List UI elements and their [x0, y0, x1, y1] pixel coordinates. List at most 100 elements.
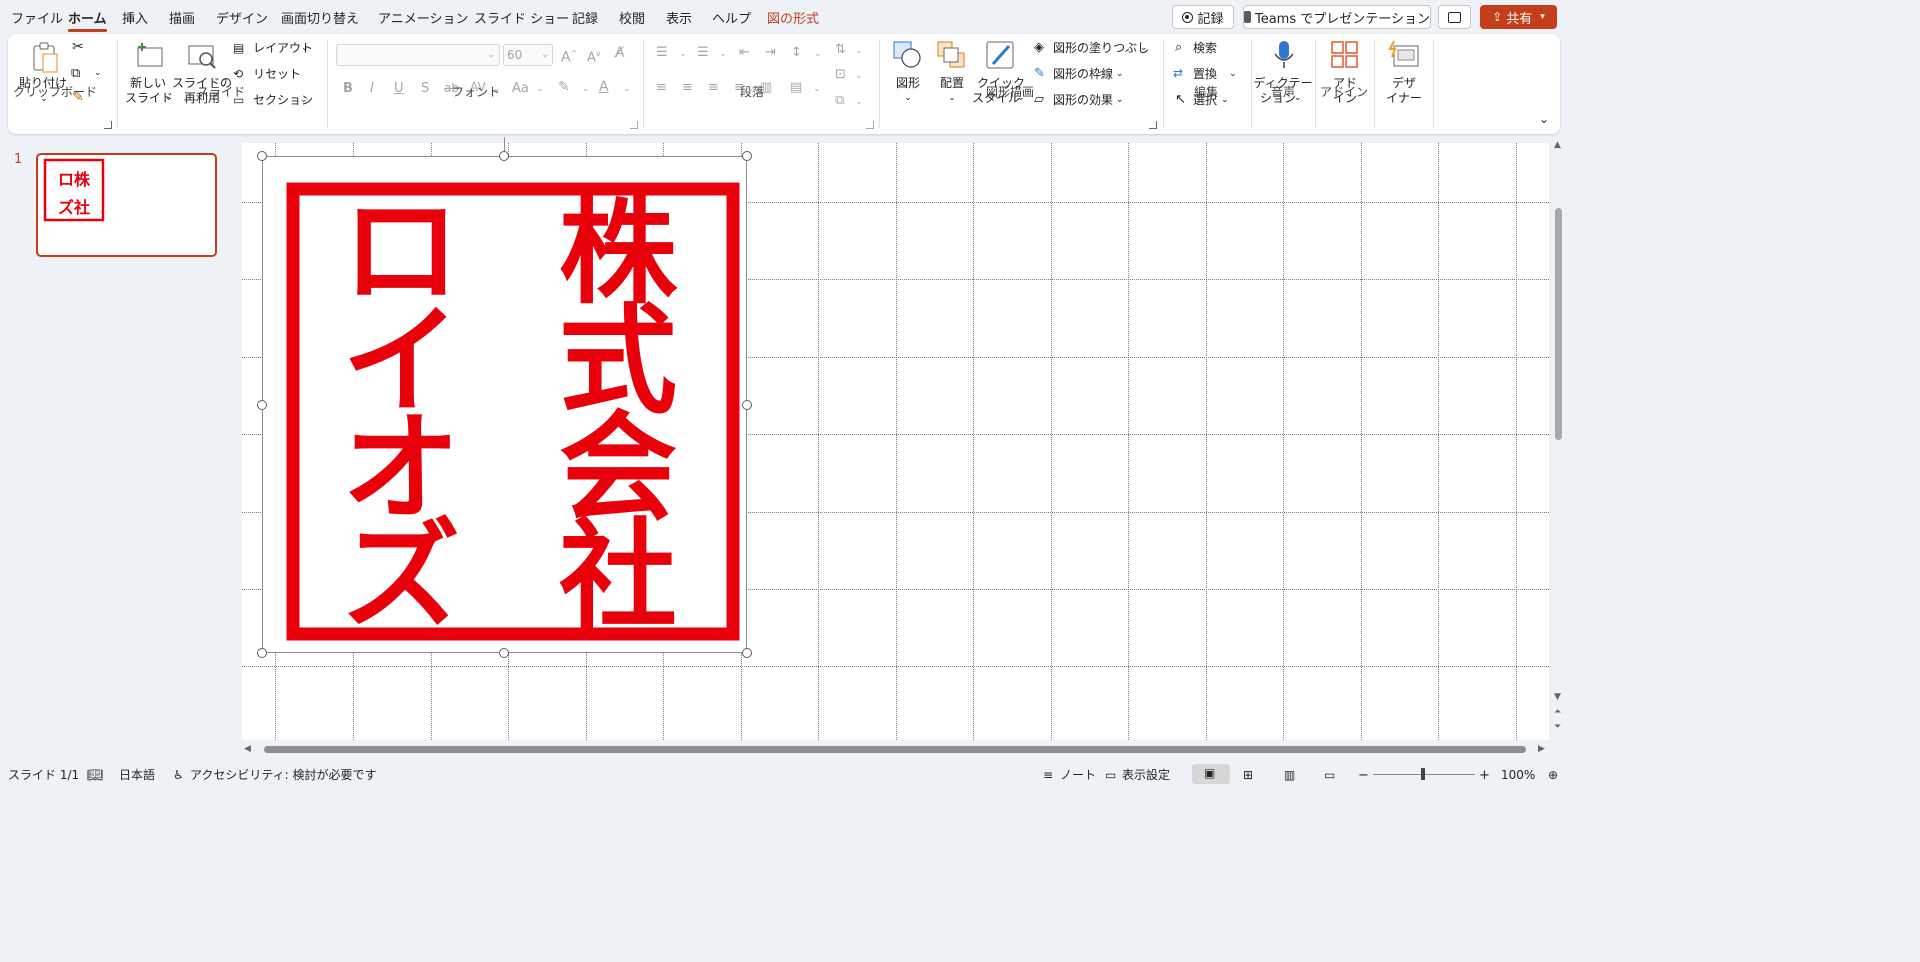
scroll-left-icon[interactable]: ◀: [244, 742, 251, 757]
chevron-down-icon[interactable]: ⌄: [165, 91, 173, 106]
bold-button[interactable]: B: [343, 81, 353, 96]
chevron-down-icon[interactable]: ⌄: [1116, 93, 1124, 108]
copy-icon[interactable]: ⧉: [71, 66, 80, 81]
tab-record[interactable]: 記録: [572, 8, 598, 27]
align-center-icon[interactable]: ≡: [682, 80, 693, 95]
collapse-ribbon-icon[interactable]: ⌄: [1539, 112, 1549, 127]
tab-help[interactable]: ヘルプ: [712, 8, 751, 27]
align-text-icon[interactable]: ⊡: [835, 67, 846, 82]
slide-sorter-icon[interactable]: ⊞: [1243, 768, 1253, 783]
chevron-down-icon[interactable]: ⌄: [904, 91, 912, 106]
dialog-launcher-icon[interactable]: [866, 121, 874, 129]
designer-label[interactable]: デザ: [1392, 76, 1416, 91]
chevron-down-icon[interactable]: ⌄: [679, 47, 687, 62]
shapes-label[interactable]: 図形: [896, 76, 920, 91]
resize-handle-se[interactable]: [742, 648, 752, 658]
chevron-down-icon[interactable]: ⌄: [536, 82, 544, 97]
normal-view-button[interactable]: ▣: [1192, 764, 1230, 784]
horizontal-scrollbar[interactable]: ◀ ▶: [240, 742, 1550, 756]
tab-transitions[interactable]: 画面切り替え: [281, 8, 359, 27]
select-cursor-icon[interactable]: ↖: [1175, 92, 1186, 107]
notes-icon[interactable]: ≡: [1043, 768, 1053, 783]
tab-home[interactable]: ホーム: [68, 8, 107, 32]
new-slide-label[interactable]: 新しい: [130, 76, 166, 91]
accessibility-icon[interactable]: ♿︎: [173, 768, 184, 783]
text-direction-icon[interactable]: ⇅: [835, 42, 846, 57]
find-button[interactable]: 検索: [1193, 41, 1217, 56]
chevron-down-icon[interactable]: ⌄: [582, 82, 590, 97]
change-case-button[interactable]: Aa: [512, 81, 529, 96]
resize-handle-ne[interactable]: [742, 151, 752, 161]
dialog-launcher-icon[interactable]: [1149, 121, 1157, 129]
zoom-in-icon[interactable]: +: [1479, 768, 1490, 783]
resize-handle-e[interactable]: [742, 400, 752, 410]
clear-format-icon[interactable]: A̸: [615, 46, 625, 61]
chevron-down-icon[interactable]: ⌄: [1229, 67, 1237, 82]
shape-effects-button[interactable]: 図形の効果: [1053, 93, 1113, 108]
zoom-level[interactable]: 100%: [1501, 768, 1535, 783]
tab-animations[interactable]: アニメーション: [378, 8, 468, 27]
layout-icon[interactable]: ▤: [233, 41, 244, 56]
decrease-font-icon[interactable]: Av: [587, 46, 601, 65]
resize-handle-n[interactable]: [499, 151, 509, 161]
columns-icon[interactable]: ▤: [790, 80, 802, 95]
arrange-icon[interactable]: [937, 40, 967, 70]
chevron-down-icon[interactable]: ⌄: [855, 95, 863, 110]
addins-icon[interactable]: [1330, 40, 1360, 70]
tab-file[interactable]: ファイル: [11, 8, 63, 27]
quick-styles-icon[interactable]: [985, 40, 1017, 72]
resize-handle-s[interactable]: [499, 648, 509, 658]
tab-picture-format[interactable]: 図の形式: [767, 8, 819, 27]
chevron-down-icon[interactable]: ⌄: [813, 82, 821, 97]
notes-button[interactable]: ノート: [1060, 768, 1096, 783]
display-settings-icon[interactable]: ▭: [1105, 768, 1116, 783]
chevron-down-icon[interactable]: ⌄: [855, 69, 863, 84]
designer-icon[interactable]: [1388, 40, 1420, 70]
reset-button[interactable]: リセット: [253, 67, 301, 82]
display-settings-button[interactable]: 表示設定: [1122, 768, 1170, 783]
chevron-down-icon[interactable]: ⌄: [1221, 93, 1229, 108]
tab-review[interactable]: 校閲: [619, 8, 645, 27]
resize-handle-sw[interactable]: [257, 648, 267, 658]
tab-design[interactable]: デザイン: [216, 8, 268, 27]
fit-to-window-icon[interactable]: ⊕: [1548, 768, 1558, 783]
font-size-combo[interactable]: 60 ⌄: [503, 44, 553, 66]
teams-present-button[interactable]: Teams でプレゼンテーション: [1243, 5, 1431, 29]
shape-outline-button[interactable]: 図形の枠線: [1053, 67, 1113, 82]
next-slide-icon[interactable]: ⏷: [1554, 720, 1561, 735]
language-label[interactable]: 日本語: [119, 768, 155, 783]
slide-thumbnail[interactable]: ロ株 ズ社: [36, 153, 217, 257]
shape-effects-icon[interactable]: ▱: [1034, 92, 1044, 107]
highlight-icon[interactable]: ✎: [558, 80, 570, 95]
chevron-down-icon[interactable]: ⌄: [300, 93, 308, 108]
shape-fill-icon[interactable]: ◈: [1034, 40, 1044, 55]
slideshow-view-icon[interactable]: ▭: [1324, 768, 1335, 783]
scroll-up-icon[interactable]: ▲: [1554, 138, 1561, 153]
share-button[interactable]: ⇪ 共有 ▾: [1480, 5, 1557, 29]
align-right-icon[interactable]: ≡: [708, 80, 719, 95]
chevron-down-icon[interactable]: ⌄: [948, 91, 956, 106]
horizontal-scroll-thumb[interactable]: [264, 746, 1526, 753]
shape-fill-button[interactable]: 図形の塗りつぶし: [1053, 41, 1149, 56]
dialog-launcher-icon[interactable]: [104, 121, 112, 129]
align-left-icon[interactable]: ≡: [656, 80, 667, 95]
replace-button[interactable]: 置換: [1193, 67, 1217, 82]
tab-insert[interactable]: 挿入: [122, 8, 148, 27]
comments-button[interactable]: [1438, 5, 1471, 29]
reading-view-icon[interactable]: ▥: [1284, 768, 1295, 783]
reuse-slides-icon[interactable]: [186, 42, 218, 72]
chevron-down-icon[interactable]: ⌄: [94, 66, 102, 81]
numbering-icon[interactable]: ☰: [697, 45, 709, 60]
smartart-icon[interactable]: ⧉: [835, 93, 844, 108]
tab-slideshow[interactable]: スライド ショー: [474, 8, 569, 27]
cut-icon[interactable]: ✂: [72, 40, 84, 55]
italic-button[interactable]: I: [370, 81, 374, 96]
chevron-down-icon[interactable]: ⌄: [301, 41, 309, 56]
chevron-down-icon[interactable]: ⌄: [1140, 41, 1148, 56]
scroll-down-icon[interactable]: ▼: [1554, 690, 1561, 705]
chevron-down-icon[interactable]: ⌄: [1116, 67, 1124, 82]
chevron-down-icon[interactable]: ⌄: [855, 44, 863, 59]
line-spacing-icon[interactable]: ↕: [791, 45, 802, 60]
bullets-icon[interactable]: ☰: [656, 45, 668, 60]
previous-slide-icon[interactable]: ⏶: [1554, 705, 1561, 720]
